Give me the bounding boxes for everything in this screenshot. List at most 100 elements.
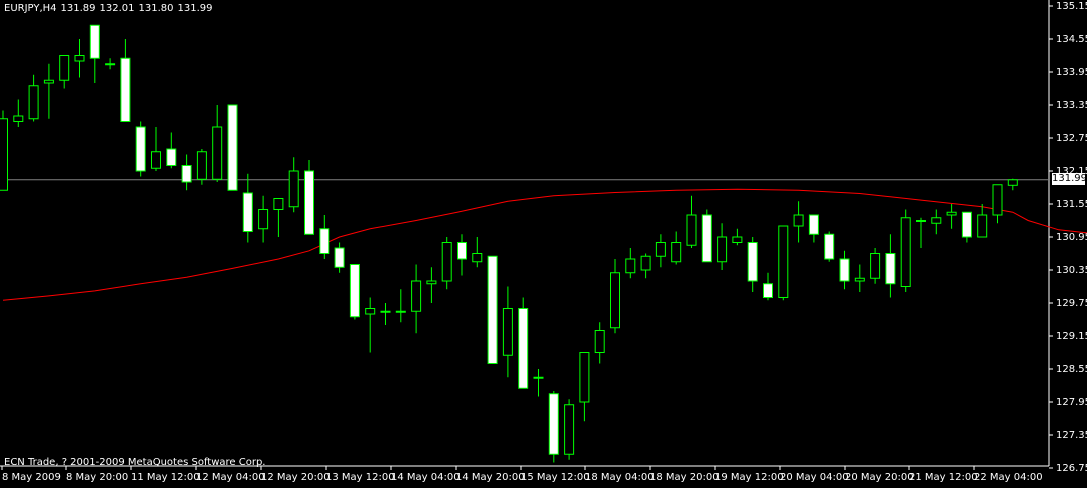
candle-body	[900, 217, 911, 287]
x-tick-label: 18 May 04:00	[585, 472, 654, 483]
candle-body	[151, 151, 161, 169]
candle-body	[457, 242, 467, 260]
candle-body	[961, 211, 972, 238]
y-tick-label: 135.15	[1056, 1, 1087, 12]
candle-body	[334, 247, 345, 268]
candle-body	[304, 170, 314, 235]
candle-body	[793, 214, 804, 227]
candle-body	[166, 148, 177, 166]
candle-body	[701, 214, 712, 263]
candle-body	[594, 330, 605, 353]
candle-body	[839, 258, 850, 282]
candle-body	[411, 280, 422, 312]
y-tick-label: 130.35	[1056, 265, 1087, 276]
candle-body	[196, 151, 207, 180]
candle-body	[181, 165, 192, 183]
candle-body	[472, 253, 483, 263]
y-tick-label: 129.75	[1056, 298, 1087, 309]
x-tick-label: 14 May 20:00	[456, 472, 525, 483]
candle-body	[0, 118, 8, 191]
candle-body	[640, 255, 651, 271]
candle-body	[487, 255, 498, 364]
current-price-tag: 131.99	[1052, 173, 1087, 185]
candle-body	[59, 55, 70, 81]
candle-body	[808, 214, 819, 235]
y-tick-label: 126.75	[1056, 463, 1087, 474]
candle-body	[732, 236, 743, 243]
candle-body	[778, 225, 789, 298]
candle-body	[717, 236, 728, 263]
high-value: 132.01	[99, 3, 135, 14]
candle-body	[426, 280, 437, 285]
x-tick-label: 21 May 12:00	[909, 472, 978, 483]
candle-body	[518, 308, 529, 389]
candle-body	[564, 404, 575, 455]
y-tick-label: 129.15	[1056, 331, 1087, 342]
y-tick-label: 134.55	[1056, 34, 1087, 45]
candlestick-chart[interactable]: 135.15134.55133.95133.35132.75132.15131.…	[0, 0, 1087, 488]
candle-body	[1007, 179, 1018, 186]
low-value: 131.80	[138, 3, 174, 14]
x-tick-label: 19 May 12:00	[715, 472, 784, 483]
x-tick-label: 12 May 04:00	[196, 472, 265, 483]
x-tick-label: 20 May 20:00	[845, 472, 914, 483]
candle-body	[610, 272, 620, 329]
candle-body	[824, 233, 835, 260]
chart-header: EURJPY,H4 131.89 132.01 131.80 131.99	[4, 3, 217, 14]
candle-body	[43, 79, 54, 84]
candle-body	[349, 264, 360, 318]
candle-body	[288, 170, 299, 208]
candle-body	[28, 85, 39, 120]
candle-body	[74, 55, 85, 62]
candle-body	[686, 214, 697, 246]
candle-body	[931, 217, 942, 224]
x-tick-label: 22 May 04:00	[974, 472, 1043, 483]
candle-body	[395, 310, 406, 313]
candle-body	[548, 393, 559, 455]
moving-average-line	[2, 188, 1087, 301]
candle-body	[885, 253, 896, 285]
open-value: 131.89	[60, 3, 96, 14]
y-tick-label: 133.95	[1056, 67, 1087, 78]
candle-body	[135, 126, 146, 172]
candle-body	[763, 283, 773, 298]
copyright-text: ECN Trade, ? 2001-2009 MetaQuotes Softwa…	[4, 457, 266, 468]
candle-body	[365, 308, 376, 315]
candle-body	[13, 115, 24, 122]
candle-body	[120, 57, 131, 122]
candle-body	[441, 242, 452, 282]
candle-body	[533, 376, 544, 379]
x-tick-label: 20 May 04:00	[780, 472, 849, 483]
x-tick-label: 15 May 12:00	[521, 472, 590, 483]
candle-body	[212, 126, 223, 180]
candle-body	[273, 198, 284, 210]
y-tick-label: 132.75	[1056, 133, 1087, 144]
close-value: 131.99	[177, 3, 213, 14]
candle-body	[747, 242, 758, 282]
x-tick-label: 12 May 20:00	[261, 472, 330, 483]
candle-body	[105, 63, 116, 66]
candle-body	[227, 104, 238, 191]
x-tick-label: 18 May 20:00	[650, 472, 719, 483]
candle-body	[502, 308, 513, 356]
candle-body	[870, 253, 881, 279]
x-tick-label: 13 May 12:00	[326, 472, 395, 483]
y-tick-label: 130.95	[1056, 232, 1087, 243]
x-tick-label: 11 May 12:00	[131, 472, 200, 483]
candle-body	[579, 352, 590, 403]
candle-body	[655, 242, 666, 257]
candle-body	[89, 24, 100, 59]
candle-body	[854, 277, 865, 282]
y-tick-label: 127.95	[1056, 397, 1087, 408]
candle-body	[242, 192, 253, 232]
candle-body	[946, 211, 957, 216]
candle-body	[625, 258, 636, 274]
symbol-label: EURJPY,H4	[4, 3, 57, 14]
y-tick-label: 131.55	[1056, 199, 1087, 210]
candle-body	[671, 242, 682, 263]
y-tick-label: 133.35	[1056, 100, 1087, 111]
y-tick-label: 127.35	[1056, 430, 1087, 441]
chart-window[interactable]: 135.15134.55133.95133.35132.75132.15131.…	[0, 0, 1087, 488]
candle-body	[992, 184, 1003, 216]
candle-body	[380, 310, 391, 313]
